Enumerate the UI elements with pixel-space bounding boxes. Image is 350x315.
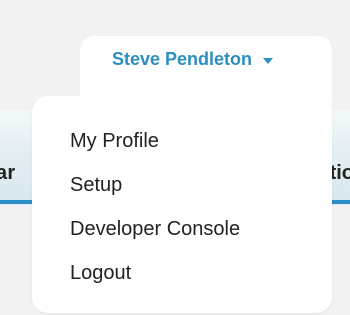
- menu-item-developer-console[interactable]: Developer Console: [70, 218, 240, 241]
- nav-tab-fragment-right[interactable]: tio: [330, 162, 350, 185]
- menu-item-my-profile[interactable]: My Profile: [70, 130, 159, 153]
- menu-item-setup[interactable]: Setup: [70, 174, 122, 197]
- nav-tab-fragment-left[interactable]: ar: [0, 162, 15, 185]
- menu-item-logout[interactable]: Logout: [70, 262, 131, 285]
- user-menu-button[interactable]: Steve Pendleton: [112, 49, 274, 70]
- caret-down-icon: [263, 57, 274, 64]
- user-dropdown-menu: My Profile Setup Developer Console Logou…: [32, 96, 332, 313]
- user-name: Steve Pendleton: [112, 49, 253, 69]
